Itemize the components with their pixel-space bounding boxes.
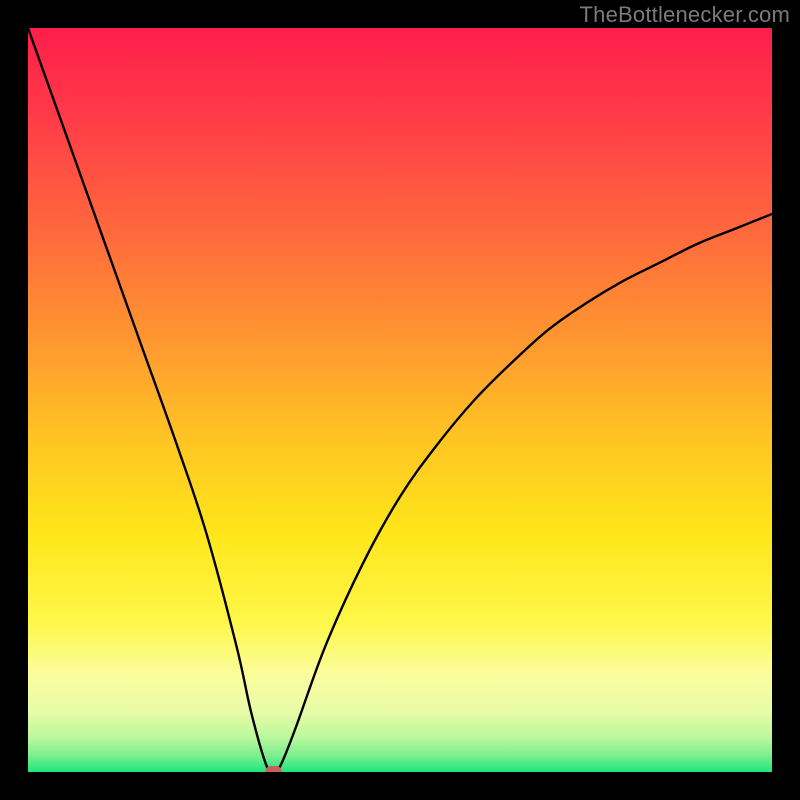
gradient-background — [28, 28, 772, 772]
bottleneck-chart — [28, 28, 772, 772]
chart-frame: TheBottlenecker.com — [0, 0, 800, 800]
plot-area — [28, 28, 772, 772]
optimal-marker — [266, 766, 282, 772]
watermark-text: TheBottlenecker.com — [580, 2, 790, 28]
